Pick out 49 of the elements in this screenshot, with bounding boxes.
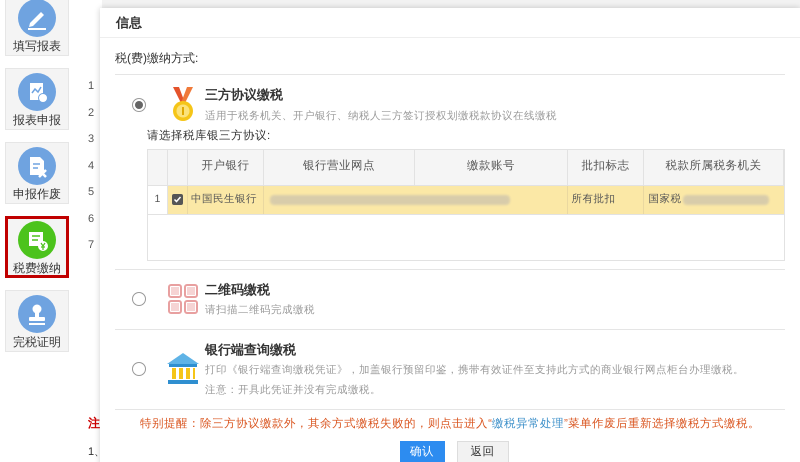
warning-text: 特别提醒：除三方协议缴款外，其余方式缴税失败的，则点击进入“缴税异常处理”菜单作废后重新选择缴税方式缴税。 [139,416,761,432]
column-header: 税款所属税务机关 [666,158,762,174]
qr-code-icon [167,283,199,316]
table-label: 请选择税库银三方协议: [147,128,272,144]
table-cell-text: 国家税 [648,192,682,207]
pencil-icon [18,0,56,36]
table-row[interactable]: 1 中国民生银行 所有批扣 国家税 [148,186,784,214]
option-description: 打印《银行端查询缴税凭证》，加盖银行预留印鉴，携带有效证件至支持此方式的商业银行网点柜台办理缴税。 [205,363,744,378]
row-number: 3 [88,132,96,147]
column-header: 缴款账号 [466,158,515,174]
exception-link[interactable]: 缴税异常处理 [492,418,564,430]
row-number: 7 [88,238,96,253]
note-text: 1、 [88,444,100,460]
row-number: 1 [88,79,96,94]
sidebar-item[interactable]: 填写报表 [5,0,69,56]
column-header: 开户银行 [201,158,250,174]
stamp-icon [18,294,56,332]
column-header: 批扣标志 [582,158,630,174]
radio-button[interactable] [132,292,146,306]
sidebar-item[interactable]: 税费缴纳 [5,216,69,278]
sidebar-item[interactable]: 报表申报 [5,68,69,130]
table-cell-text: 中国民生银行 [190,192,257,207]
note-label: 注 [88,414,100,432]
row-number: 2 [88,106,96,120]
option-title: 银行端查询缴税 [205,340,297,359]
document-yen-icon [18,220,56,258]
option-title: 二维码缴税 [205,280,271,298]
radio-button[interactable] [132,98,146,112]
row-number: 1 [154,192,160,207]
checkbox[interactable] [172,194,183,205]
option-title: 三方协议缴税 [205,86,284,104]
document-chart-icon [18,72,56,110]
row-number: 5 [88,185,96,200]
column-header: 银行营业网点 [302,158,375,174]
row-number: 4 [88,158,96,174]
sidebar-item[interactable]: 完税证明 [5,290,69,352]
document-cross-icon [18,146,56,184]
option-note: 注意：开具此凭证并没有完成缴税。 [205,383,382,398]
option-description: 请扫描二维码完成缴税 [205,303,315,318]
row-number: 6 [88,212,96,226]
sidebar-item[interactable]: 申报作废 [5,142,69,204]
table-cell-text: 所有批扣 [572,192,616,207]
back-button[interactable]: 返回 [456,441,508,462]
bank-icon [166,352,200,386]
section-label: 税(费)缴纳方式: [115,51,198,65]
dialog-title: 信息 [116,14,142,32]
radio-button[interactable] [132,362,146,376]
option-description: 适用于税务机关、开户银行、纳税人三方签订授权划缴税款协议在线缴税 [205,108,557,124]
medal-icon [170,86,196,123]
